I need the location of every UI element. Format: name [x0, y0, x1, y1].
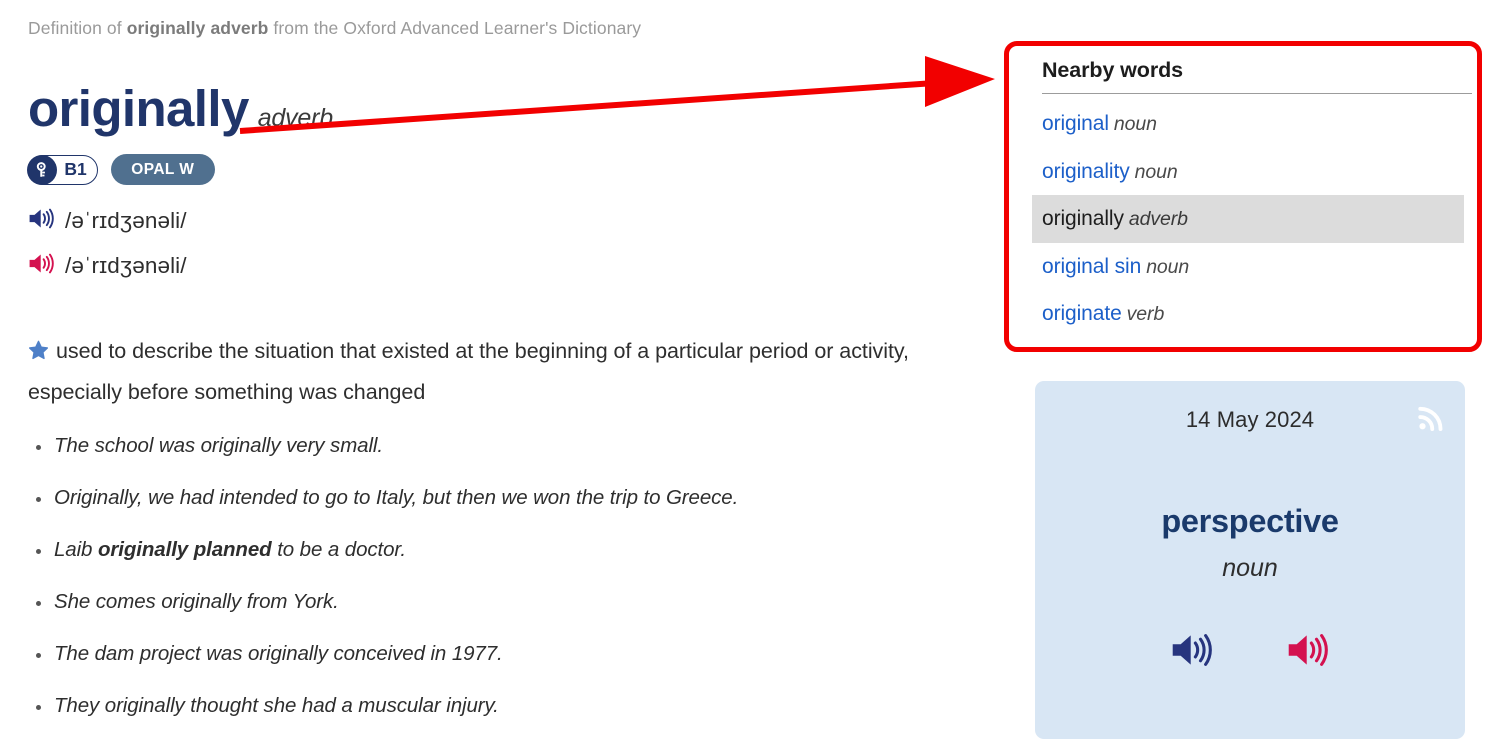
breadcrumb: Definition of originally adverb from the…: [28, 16, 980, 39]
example-text: They originally thought she had a muscul…: [54, 693, 499, 717]
nearby-word-label: originate: [1042, 302, 1122, 325]
speaker-icon-blue[interactable]: [1170, 632, 1214, 673]
breadcrumb-suffix: from the Oxford Advanced Learner's Dicti…: [268, 18, 642, 38]
headword: originally: [28, 80, 249, 137]
nearby-word-item[interactable]: original noun: [1032, 100, 1474, 148]
star-icon: [28, 335, 49, 373]
cefr-level-badge[interactable]: B1: [27, 154, 98, 185]
definition-row: used to describe the situation that exis…: [28, 332, 933, 412]
example-item: The school was originally very small.: [28, 434, 933, 458]
example-text: Originally, we had intended to go to Ita…: [54, 485, 739, 509]
headword-row: originally adverb: [28, 83, 980, 134]
nearby-word-item[interactable]: original sin noun: [1032, 243, 1474, 291]
headword-part-of-speech: adverb: [257, 104, 333, 132]
nearby-words-inner: Nearby words original noun originality nou…: [1032, 58, 1474, 338]
nearby-words-panel: Nearby words original noun originality nou…: [1004, 41, 1482, 352]
nearby-word-label: original sin: [1042, 254, 1142, 278]
example-item: They originally thought she had a muscul…: [28, 694, 933, 718]
example-item: Originally, we had intended to go to Ita…: [28, 486, 933, 510]
word-of-the-day-word[interactable]: perspective: [1035, 503, 1465, 540]
definition-text: used to describe the situation that exis…: [28, 339, 909, 405]
nearby-word-pos: verb: [1126, 303, 1165, 325]
nearby-word-label: originality: [1042, 159, 1130, 183]
cefr-level-label: B1: [64, 158, 87, 179]
speaker-icon-blue[interactable]: [28, 207, 55, 235]
example-text-tail: to be a doctor.: [271, 537, 406, 561]
ipa-american: /əˈrɪdʒənəli/: [65, 253, 187, 278]
word-of-the-day-card: 14 May 2024 perspective noun: [1035, 381, 1465, 739]
pronunciation-british: /əˈrɪdʒənəli/: [28, 207, 980, 235]
nearby-word-item-current[interactable]: originally adverb: [1032, 195, 1464, 243]
nearby-word-pos: noun: [1146, 255, 1190, 278]
divider: [1042, 93, 1472, 94]
example-list: The school was originally very small. Or…: [28, 434, 933, 718]
word-of-the-day-date: 14 May 2024: [1185, 407, 1315, 432]
nearby-word-label: original: [1042, 112, 1109, 135]
badge-row: B1 OPAL W: [27, 154, 980, 185]
breadcrumb-entry: originally adverb: [126, 18, 269, 38]
pronunciation-american: /əˈrɪdʒənəli/: [28, 252, 980, 280]
speaker-icon-red[interactable]: [28, 252, 55, 280]
ipa-british: /əˈrɪdʒənəli/: [65, 208, 187, 233]
sense-block: used to describe the situation that exis…: [28, 332, 933, 718]
key-icon: [27, 154, 58, 185]
speaker-icon-red[interactable]: [1286, 632, 1330, 673]
nearby-word-item[interactable]: originality noun: [1032, 148, 1474, 196]
example-item: The dam project was originally conceived…: [28, 642, 933, 666]
word-of-the-day-audio-row: [1035, 632, 1465, 673]
dictionary-entry-page: Definition of originally adverb from the…: [0, 0, 1500, 739]
entry-main-column: Definition of originally adverb from the…: [0, 0, 1000, 739]
example-text: Laib: [54, 537, 98, 561]
nearby-word-label: originally: [1042, 207, 1124, 230]
example-text: She comes originally from York.: [54, 589, 339, 613]
opal-badge[interactable]: OPAL W: [110, 154, 215, 185]
example-collocation: originally planned: [97, 537, 272, 561]
nearby-word-item[interactable]: originate verb: [1032, 290, 1474, 338]
nearby-word-pos: noun: [1113, 113, 1157, 135]
nearby-word-pos: noun: [1134, 160, 1178, 183]
nearby-word-pos: adverb: [1128, 208, 1188, 230]
word-of-the-day-pos: noun: [1222, 554, 1278, 582]
example-text: The school was originally very small.: [54, 433, 383, 457]
nearby-words-list: original noun originality noun originally a…: [1032, 100, 1474, 338]
example-item: She comes originally from York.: [28, 590, 933, 614]
example-text: The dam project was originally conceived…: [54, 641, 503, 665]
nearby-words-title: Nearby words: [1042, 58, 1183, 82]
example-item: Laib originally planned to be a doctor.: [28, 538, 933, 562]
breadcrumb-prefix: Definition of: [28, 18, 127, 38]
rss-icon[interactable]: [1416, 403, 1446, 438]
